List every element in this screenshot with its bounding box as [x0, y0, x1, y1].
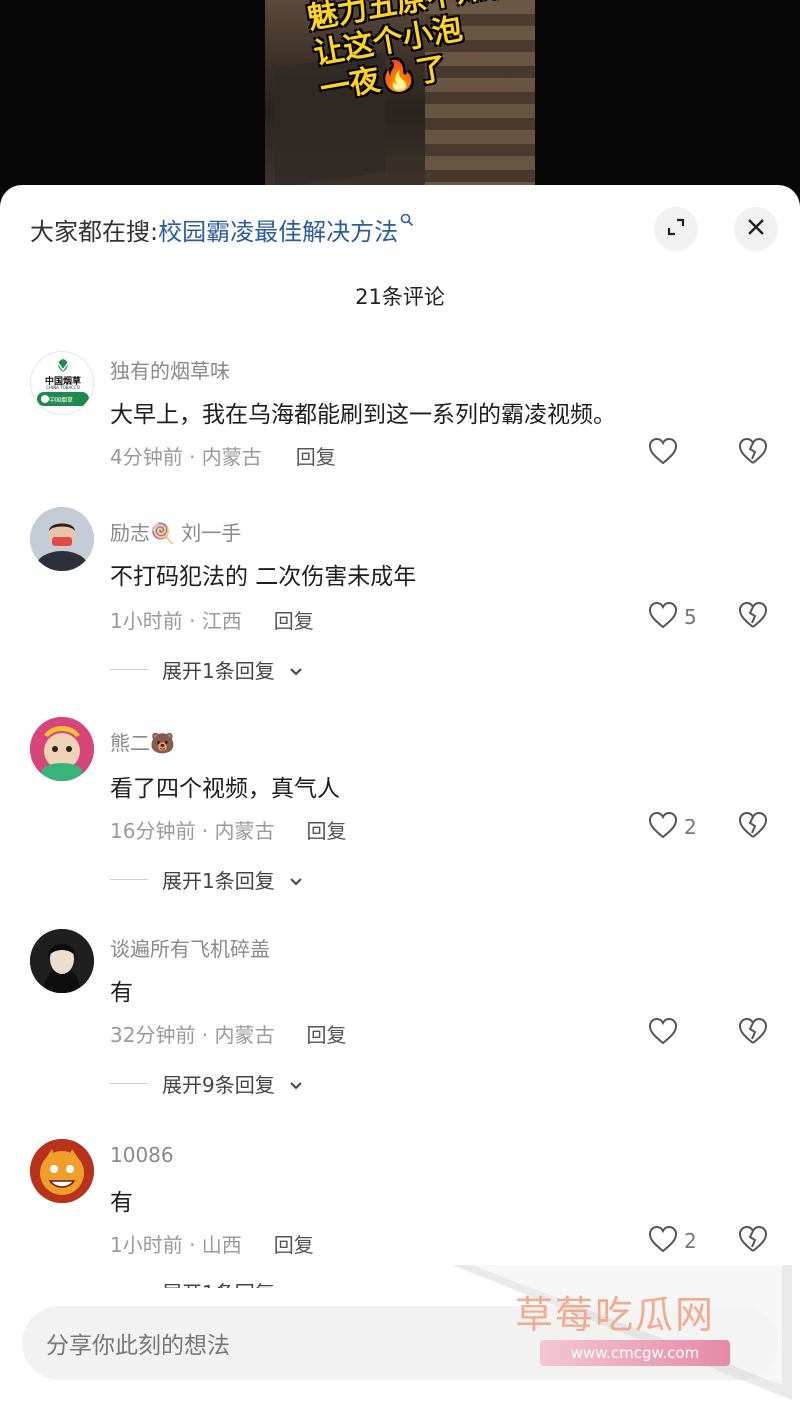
comment-meta: 16分钟前 · 内蒙古 回复: [110, 815, 347, 844]
comment-username[interactable]: 独有的烟草味: [110, 355, 230, 384]
avatar[interactable]: [30, 717, 94, 781]
like-button[interactable]: [648, 437, 684, 469]
comment-text: 不打码犯法的 二次伤害未成年: [110, 564, 417, 590]
comment-time-location: 4分钟前 · 内蒙古: [110, 445, 262, 469]
broken-heart-icon: [738, 601, 768, 633]
chevron-down-icon: [289, 1072, 303, 1096]
cartoon-tiger-avatar: [30, 1139, 94, 1203]
comment-username[interactable]: 谈遍所有飞机碎盖: [110, 933, 270, 962]
heart-icon: [648, 811, 678, 843]
dislike-button[interactable]: [738, 811, 768, 843]
user-photo-avatar: [30, 929, 94, 993]
dislike-button[interactable]: [738, 437, 768, 469]
heart-icon: [648, 437, 678, 469]
like-button[interactable]: 5: [648, 601, 697, 633]
expand-replies-label: 展开1条回复: [162, 659, 275, 683]
tobacco-logo-subtext: CHINA TOBACCO: [46, 385, 80, 390]
dislike-button[interactable]: [738, 601, 768, 633]
comments-sheet: 大家都在搜: 校园霸凌最佳解决方法 21条评论 中国烟草 CHINA TOBAC…: [0, 185, 800, 1418]
broken-heart-icon: [738, 1225, 768, 1257]
avatar[interactable]: [30, 507, 94, 571]
comment-time-location: 1小时前 · 山西: [110, 1233, 242, 1257]
chevron-down-icon: [289, 868, 303, 892]
divider-line: [110, 879, 148, 880]
expand-replies-button[interactable]: 展开9条回复: [110, 1069, 303, 1098]
cartoon-avatar: [30, 717, 94, 781]
divider-line: [110, 669, 148, 670]
comment-time-location: 1小时前 · 江西: [110, 609, 242, 633]
comment-meta: 32分钟前 · 内蒙古 回复: [110, 1019, 347, 1048]
user-photo-avatar: [30, 507, 94, 571]
expand-replies-button[interactable]: 展开1条回复: [110, 865, 303, 894]
dislike-button[interactable]: [738, 1017, 768, 1049]
comment-meta: 1小时前 · 山西 回复: [110, 1229, 314, 1258]
comment-meta: 4分钟前 · 内蒙古 回复: [110, 441, 336, 470]
expand-icon: [666, 217, 686, 241]
dislike-button[interactable]: [738, 1225, 768, 1257]
like-button[interactable]: 2: [648, 811, 697, 843]
comment-count-title: 21条评论: [355, 285, 445, 309]
broken-heart-icon: [738, 811, 768, 843]
avatar[interactable]: [30, 929, 94, 993]
video-thumbnail[interactable]: 魅力五原不知名 让这个小泡 一夜🔥了: [265, 0, 535, 185]
avatar[interactable]: 中国烟草 CHINA TOBACCO 中国烟草: [30, 351, 94, 415]
heart-icon: [648, 1225, 678, 1257]
search-suggestion[interactable]: 大家都在搜: 校园霸凌最佳解决方法: [30, 211, 414, 247]
comment-time-location: 16分钟前 · 内蒙古: [110, 819, 275, 843]
reply-button[interactable]: 回复: [274, 1229, 314, 1258]
broken-heart-icon: [738, 437, 768, 469]
like-count: 2: [684, 1229, 697, 1253]
reply-button[interactable]: 回复: [296, 441, 336, 470]
divider-line: [110, 1083, 148, 1084]
chevron-down-icon: [289, 658, 303, 682]
expand-replies-label: 展开9条回复: [162, 1073, 275, 1097]
heart-icon: [648, 601, 678, 633]
video-area[interactable]: 魅力五原不知名 让这个小泡 一夜🔥了: [0, 0, 800, 200]
reply-button[interactable]: 回复: [307, 1019, 347, 1048]
tobacco-logo-badge: 中国烟草: [49, 397, 74, 404]
comment-username[interactable]: 10086: [110, 1143, 174, 1167]
comment-text: 有: [110, 1190, 133, 1216]
comment-username[interactable]: 励志🍭 刘一手: [110, 517, 241, 546]
broken-heart-icon: [738, 1017, 768, 1049]
close-button[interactable]: [734, 207, 778, 251]
expand-button[interactable]: [654, 207, 698, 251]
reply-button[interactable]: 回复: [307, 815, 347, 844]
like-count: 2: [684, 815, 697, 839]
comment-meta: 1小时前 · 江西 回复: [110, 605, 314, 634]
search-icon[interactable]: [400, 212, 414, 231]
like-button[interactable]: 2: [648, 1225, 697, 1257]
close-icon: [746, 217, 766, 241]
watermark-url: www.cmcgw.com: [540, 1340, 730, 1366]
comment-username[interactable]: 熊二🐻: [110, 727, 175, 756]
search-prefix: 大家都在搜:: [30, 217, 159, 246]
comment-time-location: 32分钟前 · 内蒙古: [110, 1023, 275, 1047]
expand-replies-button[interactable]: 展开1条回复: [110, 655, 303, 684]
comment-text: 大早上，我在乌海都能刷到这一系列的霸凌视频。: [110, 402, 616, 428]
search-query-link[interactable]: 校园霸凌最佳解决方法: [158, 212, 398, 247]
avatar[interactable]: [30, 1139, 94, 1203]
like-button[interactable]: [648, 1017, 684, 1049]
expand-replies-label: 展开1条回复: [162, 869, 275, 893]
comment-text: 看了四个视频，真气人: [110, 776, 340, 802]
watermark-text: 草莓吃瓜网: [515, 1293, 716, 1337]
like-count: 5: [684, 605, 697, 629]
heart-icon: [648, 1017, 678, 1049]
comment-text: 有: [110, 980, 133, 1006]
reply-button[interactable]: 回复: [274, 605, 314, 634]
